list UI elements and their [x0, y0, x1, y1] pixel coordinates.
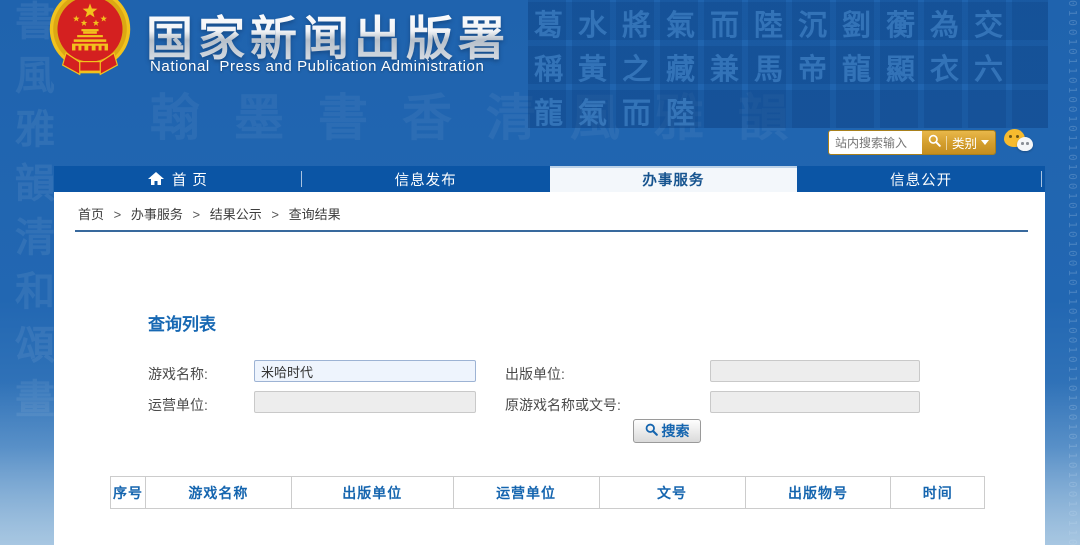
seal-tile-characters: 葛水將氣而陸沉劉蘅為交稱黃之藏兼馬帝龍顯衣六龍氣而陸 — [534, 10, 1019, 128]
results-table: 序号 游戏名称 出版单位 运营单位 文号 出版物号 时间 — [110, 476, 985, 509]
site-search: 类别 — [828, 130, 997, 155]
main-nav: 首 页 信息发布 办事服务 信息公开 — [54, 166, 1045, 192]
calligraphy-watermark-left: 書風雅韻清和頌畫 — [9, 0, 53, 432]
home-icon — [147, 172, 164, 186]
breadcrumb-separator: > — [192, 207, 201, 222]
site-subtitle: National Press and Publication Administr… — [150, 58, 485, 75]
operator-input[interactable] — [254, 391, 476, 413]
original-name-or-docnum-label: 原游戏名称或文号: — [505, 397, 621, 413]
game-name-label: 游戏名称: — [148, 366, 208, 382]
search-icon[interactable] — [928, 134, 941, 152]
col-publisher: 出版单位 — [290, 476, 454, 509]
table-header-row: 序号 游戏名称 出版单位 运营单位 文号 出版物号 时间 — [110, 476, 985, 509]
chevron-down-icon — [981, 140, 990, 145]
seal-tile-pattern: 葛水將氣而陸沉劉蘅為交稱黃之藏兼馬帝龍顯衣六龍氣而陸 — [528, 0, 1048, 128]
nav-item-services[interactable]: 办事服务 — [549, 166, 798, 192]
breadcrumb-separator: > — [271, 207, 279, 222]
publisher-input[interactable] — [710, 360, 920, 382]
breadcrumb-rule — [75, 230, 1028, 232]
search-button-label: 搜索 — [661, 423, 690, 439]
page-title: 查询列表 — [148, 315, 216, 334]
search-icon — [645, 423, 658, 439]
nav-item-info-disclosure[interactable]: 信息公开 — [797, 166, 1045, 192]
col-publication-number: 出版物号 — [744, 476, 892, 509]
page: 書風雅韻清和頌畫 翰墨書香清風雅韻 葛水將氣而陸沉劉蘅為交稱黃之藏兼馬帝龍顯衣六… — [0, 0, 1080, 545]
breadcrumb-results-publicity[interactable]: 结果公示 — [210, 207, 262, 222]
col-operator: 运营单位 — [452, 476, 600, 509]
search-button[interactable]: 搜索 — [633, 419, 701, 443]
breadcrumb-separator: > — [113, 207, 122, 222]
search-input[interactable] — [829, 131, 922, 154]
nav-divider — [1041, 171, 1042, 187]
publisher-label: 出版单位: — [505, 366, 565, 382]
breadcrumb: 首页 > 办事服务 > 结果公示 > 查询结果 — [78, 204, 341, 223]
col-index: 序号 — [110, 476, 146, 509]
search-gold-panel: 类别 — [922, 131, 996, 154]
nav-item-label: 首 页 — [171, 172, 208, 189]
national-emblem-logo[interactable] — [47, 0, 133, 78]
national-emblem-icon — [49, 0, 131, 76]
category-dropdown[interactable]: 类别 — [952, 133, 990, 152]
nav-item-home[interactable]: 首 页 — [54, 166, 302, 192]
nav-divider — [301, 171, 302, 187]
original-name-or-docnum-input[interactable] — [710, 391, 920, 413]
breadcrumb-home[interactable]: 首页 — [78, 207, 104, 222]
col-doc-number: 文号 — [598, 476, 746, 509]
operator-label: 运营单位: — [148, 397, 208, 413]
category-label: 类别 — [952, 137, 978, 151]
wechat-icon[interactable] — [1004, 129, 1040, 157]
breadcrumb-query-result: 查询结果 — [288, 207, 341, 222]
game-name-input[interactable] — [254, 360, 476, 382]
nav-item-info-release[interactable]: 信息发布 — [302, 166, 550, 192]
content-panel: 首页 > 办事服务 > 结果公示 > 查询结果 查询列表 游戏名称: 出版单位:… — [54, 192, 1045, 545]
divider — [946, 135, 947, 150]
breadcrumb-services[interactable]: 办事服务 — [131, 207, 183, 222]
col-time: 时间 — [890, 476, 985, 509]
wechat-bubble-small — [1017, 137, 1033, 151]
col-game-name: 游戏名称 — [144, 476, 292, 509]
binary-texture-right: 0100101101001011010010110100101101001011… — [1066, 0, 1079, 545]
